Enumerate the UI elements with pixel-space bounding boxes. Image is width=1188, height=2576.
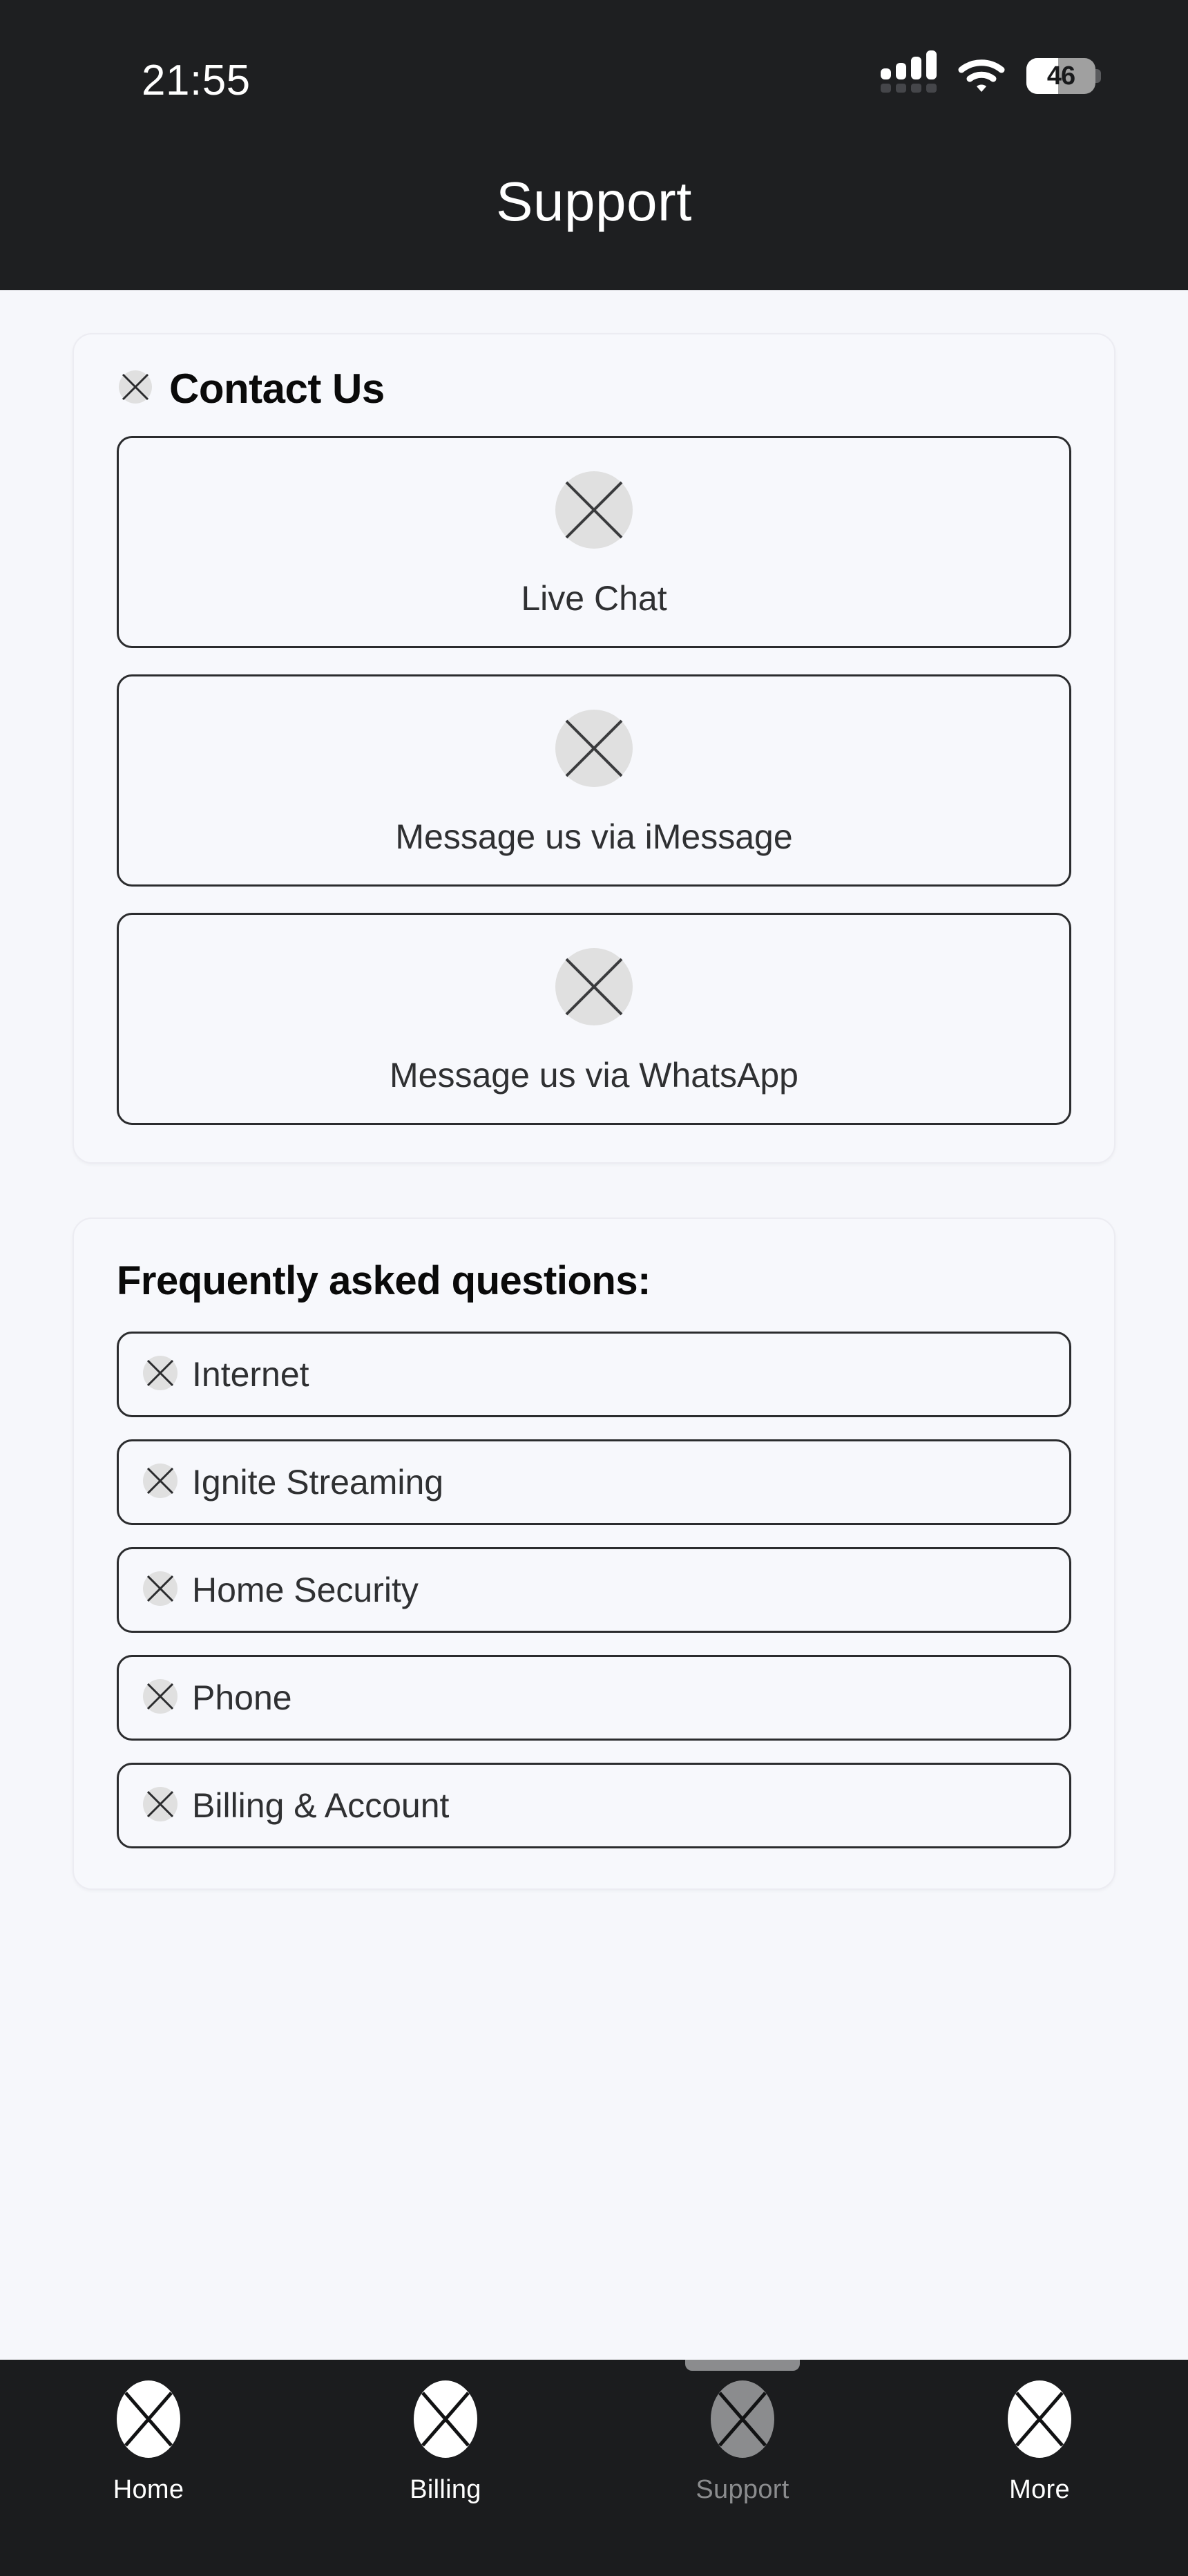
faq-item-internet[interactable]: Internet	[117, 1332, 1071, 1417]
faq-item-label: Home Security	[192, 1571, 419, 1609]
broken-image-placeholder-icon	[115, 2379, 182, 2463]
battery-percent-label: 46	[1046, 61, 1075, 91]
battery-icon: 46	[1026, 58, 1101, 94]
status-bar-clock: 21:55	[142, 57, 251, 104]
broken-image-placeholder-icon	[553, 468, 635, 555]
status-bar: 21:55 46	[0, 0, 1188, 131]
broken-image-placeholder-icon	[553, 707, 635, 793]
tab-label: Support	[696, 2475, 789, 2504]
contact-us-card: Contact Us Live Chat Message us via iMes…	[73, 333, 1115, 1164]
tab-billing[interactable]: Billing	[297, 2360, 594, 2576]
bottom-tab-bar: Home Billing Support More	[0, 2360, 1188, 2576]
battery-nub	[1095, 69, 1101, 83]
broken-image-placeholder-icon	[141, 1569, 180, 1611]
faq-item-label: Billing & Account	[192, 1786, 450, 1825]
faq-item-label: Phone	[192, 1678, 292, 1717]
broken-image-placeholder-icon	[412, 2379, 479, 2463]
broken-image-placeholder-icon	[1006, 2379, 1073, 2463]
broken-image-placeholder-icon	[141, 1677, 180, 1719]
contact-us-header: Contact Us	[74, 334, 1114, 413]
contact-option-label: Message us via WhatsApp	[390, 1056, 798, 1095]
contact-option-label: Message us via iMessage	[395, 817, 793, 856]
faq-item-phone[interactable]: Phone	[117, 1655, 1071, 1741]
tab-home[interactable]: Home	[0, 2360, 297, 2576]
broken-image-placeholder-icon	[553, 945, 635, 1032]
cellular-signal-icon	[881, 50, 937, 93]
faq-item-label: Ignite Streaming	[192, 1463, 444, 1502]
broken-image-placeholder-icon	[709, 2379, 776, 2463]
broken-image-placeholder-icon	[141, 1785, 180, 1827]
faq-item-home-security[interactable]: Home Security	[117, 1547, 1071, 1633]
broken-image-placeholder-icon	[141, 1354, 180, 1396]
contact-us-title: Contact Us	[169, 366, 385, 412]
tab-label: More	[1009, 2475, 1070, 2504]
page-title: Support	[496, 171, 692, 232]
contact-option-imessage[interactable]: Message us via iMessage	[117, 674, 1071, 887]
faq-item-label: Internet	[192, 1355, 309, 1394]
page-header: Support	[0, 131, 1188, 290]
contact-options-list: Live Chat Message us via iMessage Messag…	[74, 413, 1114, 1162]
tab-label: Home	[113, 2475, 184, 2504]
faq-item-ignite-streaming[interactable]: Ignite Streaming	[117, 1439, 1071, 1525]
contact-option-label: Live Chat	[521, 579, 667, 618]
contact-option-whatsapp[interactable]: Message us via WhatsApp	[117, 913, 1071, 1125]
status-bar-indicators: 46	[881, 50, 1101, 94]
tab-support[interactable]: Support	[594, 2360, 891, 2576]
wifi-icon	[957, 59, 1006, 93]
active-tab-indicator	[685, 2360, 800, 2371]
faq-title: Frequently asked questions:	[117, 1258, 651, 1303]
broken-image-placeholder-icon	[141, 1461, 180, 1504]
faq-card: Frequently asked questions: Internet Ign…	[73, 1218, 1115, 1890]
tab-more[interactable]: More	[891, 2360, 1188, 2576]
scroll-content: Contact Us Live Chat Message us via iMes…	[0, 290, 1188, 2360]
faq-list: Internet Ignite Streaming Home Security …	[74, 1304, 1114, 1888]
app-screen: 21:55 46 Support Contact Us Live Chat Me…	[0, 0, 1188, 2576]
faq-item-billing-account[interactable]: Billing & Account	[117, 1763, 1071, 1848]
tab-label: Billing	[410, 2475, 481, 2504]
broken-image-placeholder-icon	[117, 368, 154, 409]
contact-option-live-chat[interactable]: Live Chat	[117, 436, 1071, 648]
